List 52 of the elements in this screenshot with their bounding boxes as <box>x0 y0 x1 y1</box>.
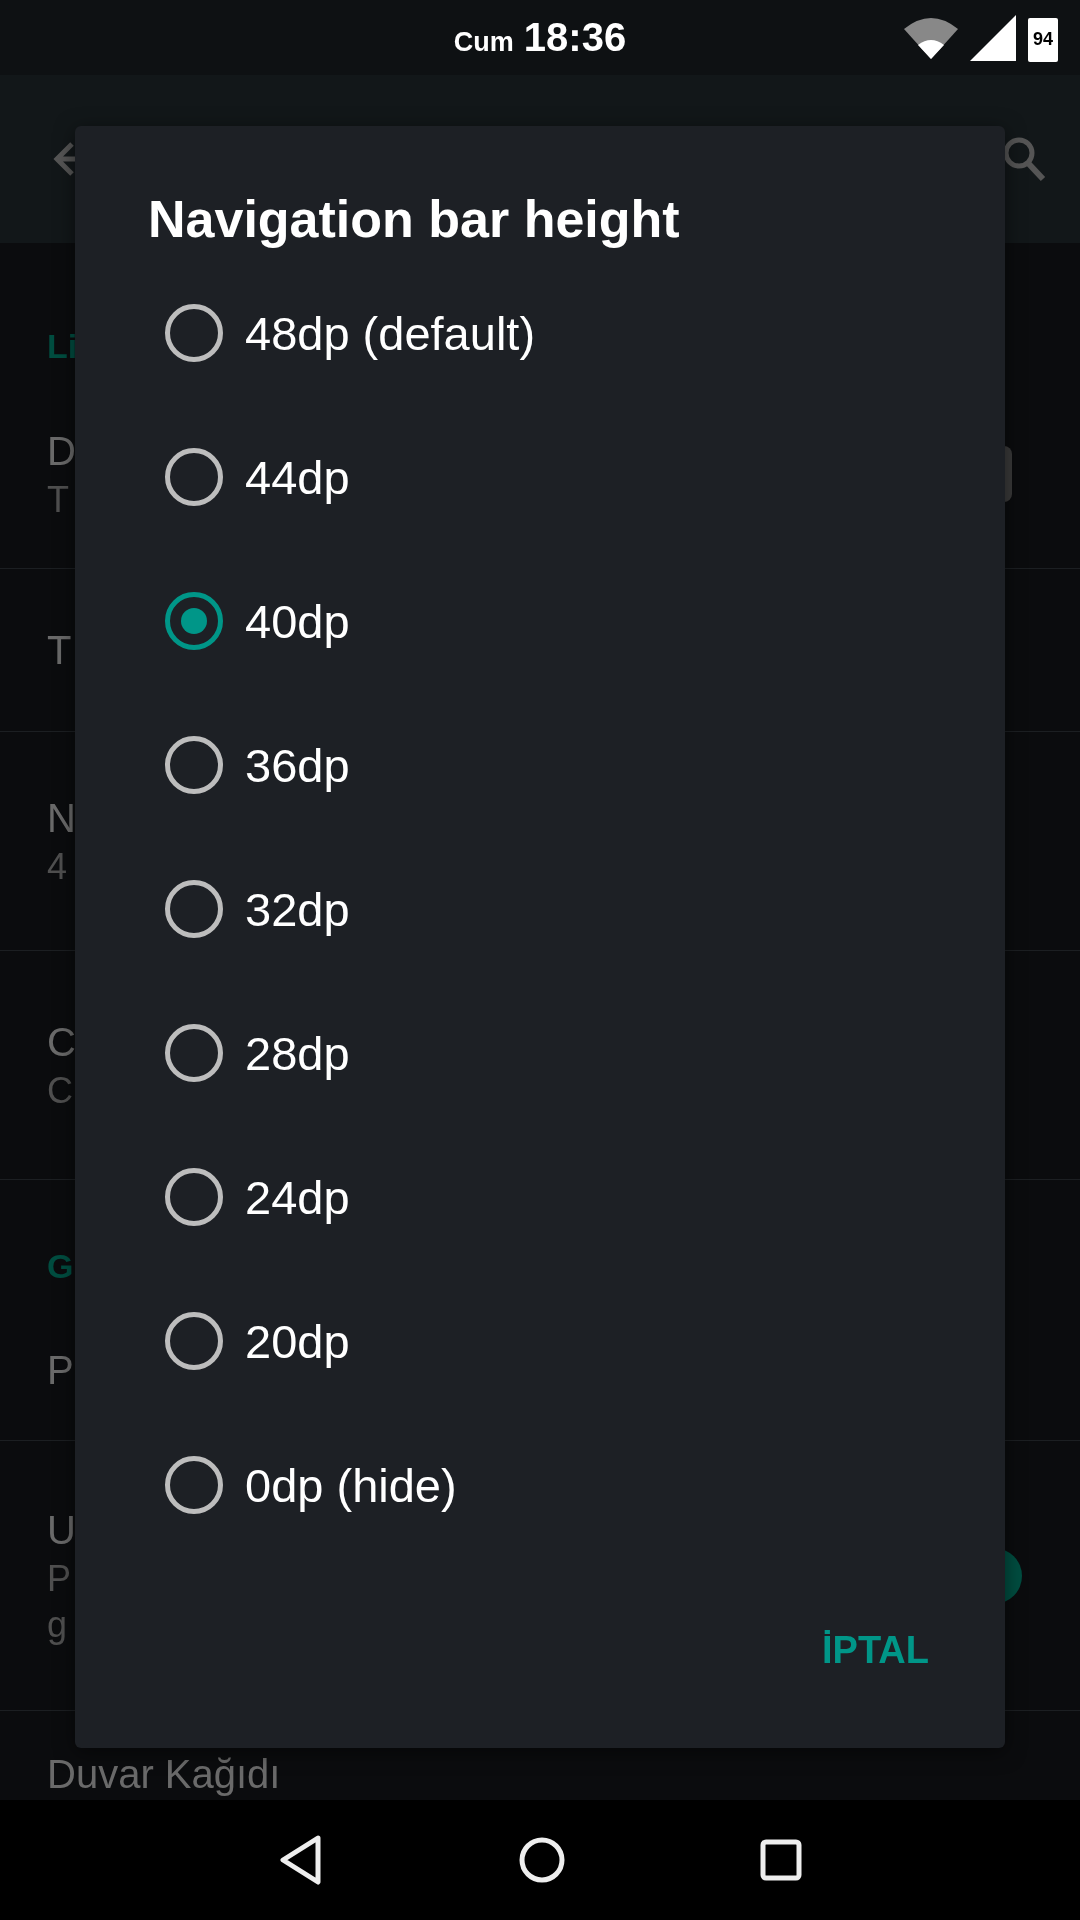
setting-title: T <box>47 627 72 674</box>
setting-title: Duvar Kağıdı <box>47 1750 281 1798</box>
radio-option[interactable]: 48dp (default) <box>75 261 1005 405</box>
wifi-icon <box>904 16 958 59</box>
setting-title: D <box>47 428 76 475</box>
radio-option[interactable]: 24dp <box>75 1125 1005 1269</box>
option-label: 28dp <box>245 1025 350 1081</box>
radio-button[interactable] <box>165 1168 223 1226</box>
radio-button[interactable] <box>165 448 223 506</box>
signal-icon <box>970 14 1016 61</box>
radio-option[interactable]: 36dp <box>75 693 1005 837</box>
radio-button[interactable] <box>165 1024 223 1082</box>
radio-option[interactable]: 20dp <box>75 1269 1005 1413</box>
radio-option[interactable]: 44dp <box>75 405 1005 549</box>
radio-option[interactable]: 0dp (hide) <box>75 1413 1005 1557</box>
setting-title: C <box>47 1019 76 1066</box>
battery-icon: 94 <box>1028 17 1058 62</box>
radio-button[interactable] <box>165 880 223 938</box>
setting-title: N <box>47 795 76 842</box>
radio-option[interactable]: 32dp <box>75 837 1005 981</box>
back-icon[interactable] <box>277 1834 324 1886</box>
radio-button[interactable] <box>165 304 223 362</box>
recents-icon[interactable] <box>760 1839 803 1881</box>
option-label: 20dp <box>245 1313 350 1369</box>
dialog-title: Navigation bar height <box>147 188 681 250</box>
home-icon[interactable] <box>519 1837 565 1883</box>
status-time: 18:36 <box>523 15 627 60</box>
setting-summary: T <box>47 478 69 522</box>
option-label: 40dp <box>245 593 350 649</box>
radio-button[interactable] <box>165 1312 223 1370</box>
option-label: 48dp (default) <box>245 305 536 361</box>
option-label: 36dp <box>245 737 350 793</box>
radio-button[interactable] <box>165 736 223 794</box>
option-label: 24dp <box>245 1169 350 1225</box>
option-label: 0dp (hide) <box>245 1457 457 1513</box>
radio-button[interactable] <box>165 592 223 650</box>
setting-summary: g <box>47 1602 68 1647</box>
radio-option[interactable]: 40dp <box>75 549 1005 693</box>
option-label: 32dp <box>245 881 350 937</box>
section-header: G <box>47 1247 74 1286</box>
option-label: 44dp <box>245 449 350 505</box>
status-day: Cum <box>453 27 514 58</box>
cancel-button[interactable]: İPTAL <box>812 1619 939 1682</box>
setting-title: P <box>47 1347 74 1394</box>
setting-summary: P <box>47 1556 71 1601</box>
setting-summary: C <box>47 1069 73 1113</box>
setting-summary: 4 <box>47 845 68 889</box>
search-icon[interactable] <box>1002 136 1046 182</box>
radio-button[interactable] <box>165 1456 223 1514</box>
section-header: Li <box>47 327 78 366</box>
setting-title: U <box>47 1506 76 1554</box>
radio-option[interactable]: 28dp <box>75 981 1005 1125</box>
